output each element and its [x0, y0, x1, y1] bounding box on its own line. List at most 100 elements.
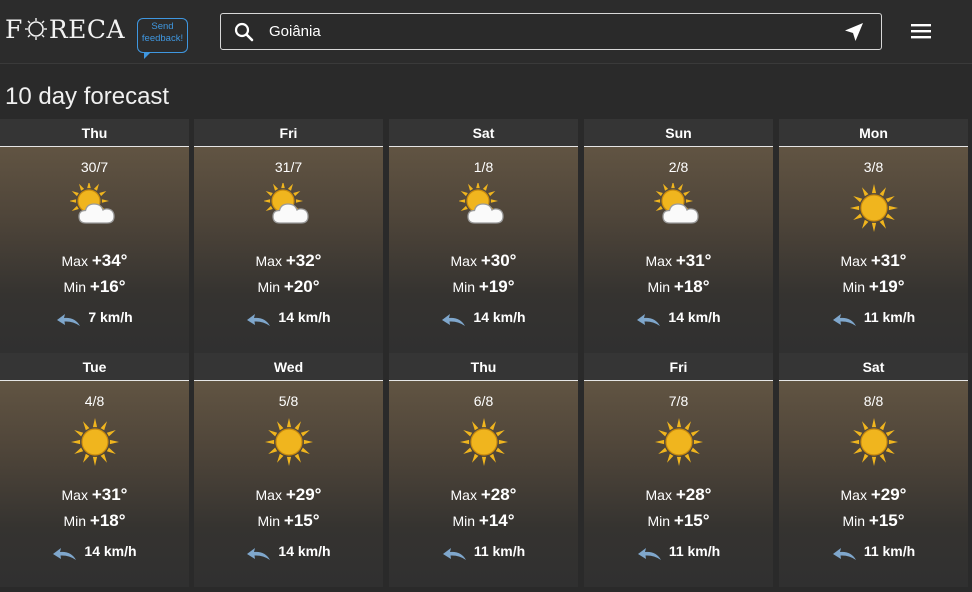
wind-info: 7 km/h [0, 309, 189, 327]
min-label: Min [647, 279, 671, 295]
wind-info: 11 km/h [779, 309, 968, 327]
max-value: +32° [285, 251, 322, 270]
max-value: +29° [285, 485, 322, 504]
min-temperature: Min +16° [0, 277, 189, 297]
wind-info: 11 km/h [389, 543, 578, 561]
wind-speed: 7 km/h [88, 309, 133, 325]
sunny-icon [850, 184, 898, 232]
min-label: Min [842, 279, 866, 295]
max-label: Max [840, 487, 867, 503]
min-temperature: Min +19° [389, 277, 578, 297]
search-icon[interactable] [234, 22, 254, 42]
wind-info: 11 km/h [779, 543, 968, 561]
wind-direction-icon [53, 548, 77, 561]
max-value: +31° [675, 251, 712, 270]
max-temperature: Max +34° [0, 251, 189, 271]
wind-speed: 14 km/h [668, 309, 721, 325]
wind-direction-icon [637, 314, 661, 327]
min-value: +15° [283, 511, 320, 530]
day-date: 31/7 [274, 159, 303, 175]
foreca-logo[interactable]: F RECA [5, 14, 125, 44]
partly-cloudy-icon [459, 183, 504, 224]
min-temperature: Min +15° [194, 511, 383, 531]
day-date: 1/8 [473, 159, 494, 175]
max-value: +28° [480, 485, 517, 504]
min-value: +16° [89, 277, 126, 296]
forecast-day-card[interactable]: Sat 1/8 Max +30° Min +19° 14 km/h [389, 119, 578, 353]
min-temperature: Min +18° [584, 277, 773, 297]
sunny-icon [655, 418, 703, 466]
wind-direction-icon [637, 548, 661, 561]
min-value: +19° [478, 277, 515, 296]
forecast-day-card[interactable]: Fri 7/8 Max +28° Min +15° 11 km/h [584, 353, 773, 587]
wind-direction-icon [247, 548, 271, 561]
min-value: +14° [478, 511, 515, 530]
forecast-day-card[interactable]: Fri 31/7 Max +32° Min +20° 14 km/h [194, 119, 383, 353]
day-date: 8/8 [863, 393, 884, 409]
partly-cloudy-icon [654, 183, 699, 224]
partly-cloudy-icon [264, 183, 309, 224]
min-label: Min [63, 513, 87, 529]
max-temperature: Max +28° [584, 485, 773, 505]
max-temperature: Max +30° [389, 251, 578, 271]
max-value: +28° [675, 485, 712, 504]
max-label: Max [61, 253, 88, 269]
day-date: 4/8 [84, 393, 105, 409]
logo-sun-icon [24, 18, 47, 40]
max-label: Max [450, 253, 477, 269]
location-arrow-icon[interactable] [844, 22, 864, 42]
forecast-day-card[interactable]: Mon 3/8 Max +31° Min +19° 11 km/h [779, 119, 968, 353]
min-label: Min [257, 279, 281, 295]
day-name: Sat [389, 119, 578, 147]
day-date: 7/8 [668, 393, 689, 409]
day-name: Thu [389, 353, 578, 381]
max-temperature: Max +29° [779, 485, 968, 505]
forecast-day-card[interactable]: Sat 8/8 Max +29° Min +15° 11 km/h [779, 353, 968, 587]
forecast-day-card[interactable]: Thu 30/7 Max +34° Min +16° 7 km/h [0, 119, 189, 353]
max-label: Max [61, 487, 88, 503]
min-temperature: Min +14° [389, 511, 578, 531]
wind-speed: 11 km/h [473, 543, 526, 559]
forecast-day-card[interactable]: Thu 6/8 Max +28° Min +14° 11 km/h [389, 353, 578, 587]
forecast-day-card[interactable]: Sun 2/8 Max +31° Min +18° 14 km/h [584, 119, 773, 353]
day-name: Sun [584, 119, 773, 147]
day-name: Wed [194, 353, 383, 381]
max-value: +29° [870, 485, 907, 504]
wind-direction-icon [247, 314, 271, 327]
max-temperature: Max +32° [194, 251, 383, 271]
wind-direction-icon [832, 314, 856, 327]
min-temperature: Min +15° [584, 511, 773, 531]
sunny-icon [850, 418, 898, 466]
max-value: +31° [91, 485, 128, 504]
wind-speed: 14 km/h [278, 543, 331, 559]
max-temperature: Max +28° [389, 485, 578, 505]
min-value: +15° [673, 511, 710, 530]
wind-direction-icon [832, 548, 856, 561]
min-label: Min [842, 513, 866, 529]
forecast-day-card[interactable]: Tue 4/8 Max +31° Min +18° 14 km/h [0, 353, 189, 587]
day-date: 3/8 [863, 159, 884, 175]
day-name: Thu [0, 119, 189, 147]
min-value: +15° [868, 511, 905, 530]
sunny-icon [71, 418, 119, 466]
wind-info: 14 km/h [389, 309, 578, 327]
day-date: 30/7 [80, 159, 109, 175]
min-label: Min [63, 279, 87, 295]
min-label: Min [647, 513, 671, 529]
search-input[interactable] [269, 14, 829, 49]
wind-info: 14 km/h [194, 309, 383, 327]
hamburger-menu-icon[interactable] [911, 22, 933, 40]
wind-info: 11 km/h [584, 543, 773, 561]
max-temperature: Max +31° [779, 251, 968, 271]
max-temperature: Max +31° [584, 251, 773, 271]
min-value: +20° [283, 277, 320, 296]
wind-info: 14 km/h [0, 543, 189, 561]
min-value: +18° [673, 277, 710, 296]
max-label: Max [255, 487, 282, 503]
wind-speed: 14 km/h [278, 309, 331, 325]
min-label: Min [257, 513, 281, 529]
max-temperature: Max +31° [0, 485, 189, 505]
wind-direction-icon [442, 314, 466, 327]
send-feedback-button[interactable]: Send feedback! [137, 18, 188, 59]
forecast-day-card[interactable]: Wed 5/8 Max +29° Min +15° 14 km/h [194, 353, 383, 587]
